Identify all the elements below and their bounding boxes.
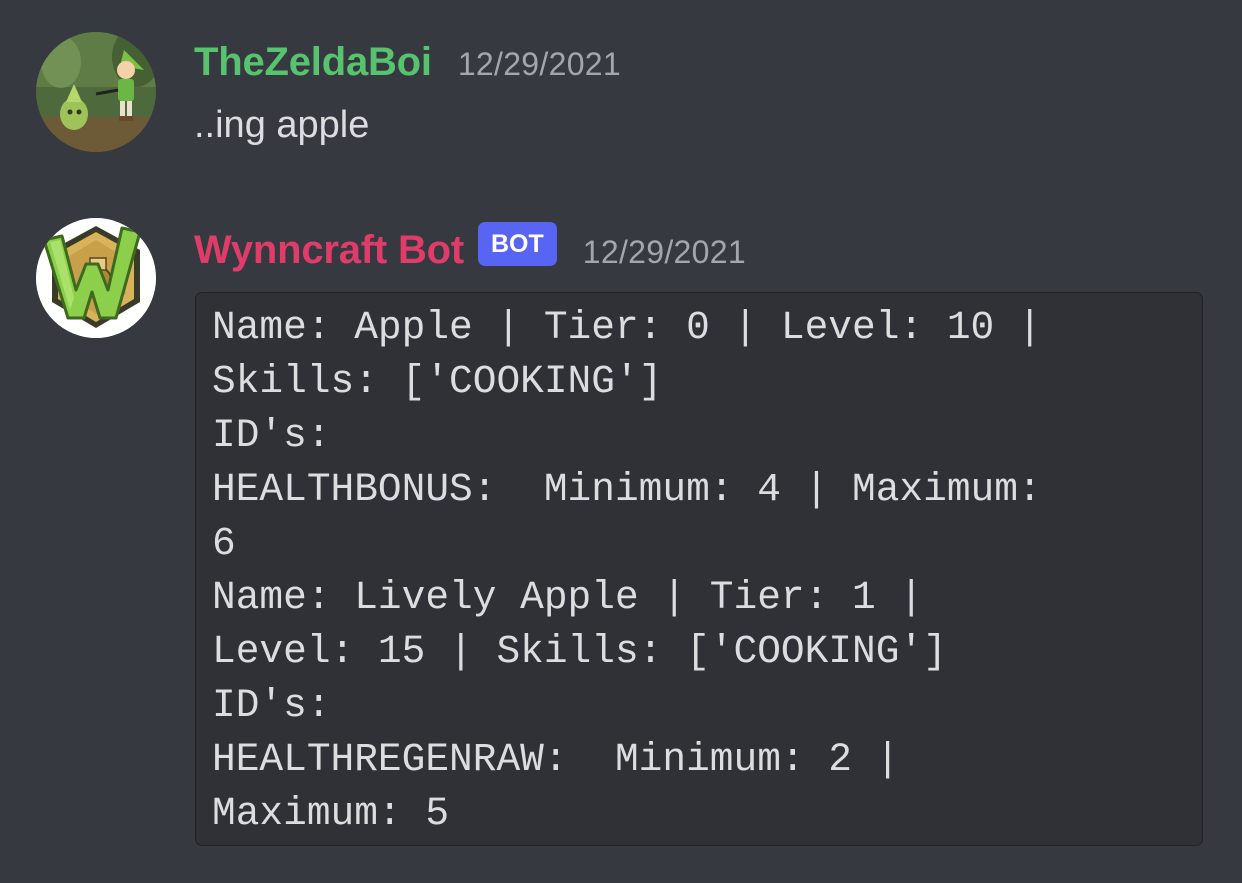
message-thezeldaboi: TheZeldaBoi 12/29/2021 ..ing apple bbox=[0, 0, 1242, 190]
timestamp[interactable]: 12/29/2021 bbox=[458, 46, 621, 83]
username[interactable]: Wynncraft Bot bbox=[194, 228, 464, 273]
code-line: ID's: bbox=[212, 683, 331, 728]
message-content: ..ing apple bbox=[194, 104, 370, 146]
code-line: Maximum: 5 bbox=[212, 791, 450, 836]
timestamp[interactable]: 12/29/2021 bbox=[583, 234, 746, 271]
code-line: Level: 15 | Skills: ['COOKING'] bbox=[212, 629, 947, 674]
user-avatar[interactable] bbox=[36, 32, 156, 152]
code-block: Name: Apple | Tier: 0 | Level: 10 | Skil… bbox=[195, 292, 1203, 846]
code-line: HEALTHREGENRAW: Minimum: 2 | bbox=[212, 737, 900, 782]
bot-avatar[interactable] bbox=[36, 218, 156, 338]
code-line: Name: Apple | Tier: 0 | Level: 10 | bbox=[212, 305, 1042, 350]
code-line: 6 bbox=[212, 521, 236, 566]
green-hero-character-avatar-icon bbox=[36, 32, 156, 152]
username[interactable]: TheZeldaBoi bbox=[194, 40, 432, 85]
wynncraft-w-logo-avatar-icon bbox=[36, 218, 156, 338]
code-line: HEALTHBONUS: Minimum: 4 | Maximum: bbox=[212, 467, 1042, 512]
message-header: Wynncraft Bot BOT 12/29/2021 bbox=[194, 222, 746, 273]
message-header: TheZeldaBoi 12/29/2021 bbox=[194, 40, 621, 85]
code-line: Name: Lively Apple | Tier: 1 | bbox=[212, 575, 924, 620]
code-line: Skills: ['COOKING'] bbox=[212, 359, 663, 404]
code-line: ID's: bbox=[212, 413, 331, 458]
bot-badge: BOT bbox=[478, 222, 557, 266]
